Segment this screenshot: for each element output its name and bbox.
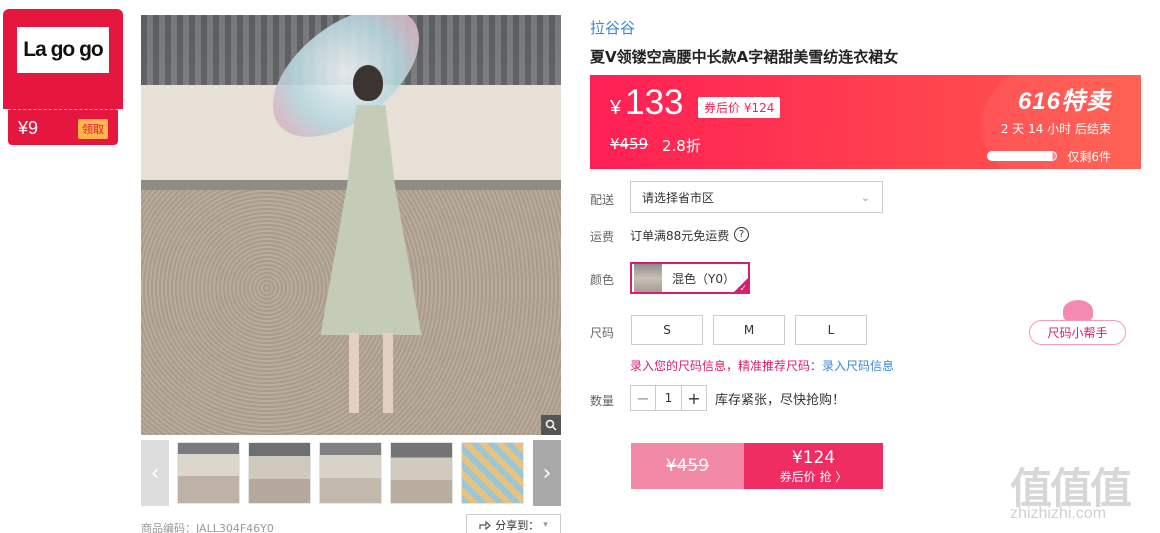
product-title: 夏V领镂空高腰中长款A字裙甜美雪纺连衣裙女 bbox=[590, 48, 899, 66]
coupon-header: La go go bbox=[3, 9, 123, 109]
chevron-down-icon: ⌄ bbox=[860, 190, 870, 204]
product-code: 商品编码：JALL304F46Y0 bbox=[141, 522, 274, 533]
discount-rate: 2.8折 bbox=[662, 137, 701, 155]
current-price: ¥133 bbox=[610, 83, 684, 123]
question-icon[interactable]: ? bbox=[734, 227, 749, 242]
region-select-placeholder: 请选择省市区 bbox=[642, 190, 715, 205]
size-option-s[interactable]: S bbox=[631, 315, 703, 345]
share-button[interactable]: 分享到： ▾ bbox=[466, 514, 561, 533]
coupon-card[interactable]: La go go ¥9 领取 bbox=[3, 9, 123, 145]
size-label: 尺码 bbox=[590, 326, 615, 340]
thumbnail-strip: ‹ › bbox=[141, 440, 561, 506]
caret-down-icon: ▾ bbox=[543, 520, 548, 530]
countdown-timer: 2 天 14 小时 后结束 bbox=[1000, 122, 1111, 136]
color-label: 颜色 bbox=[590, 273, 615, 287]
coupon-amount: ¥9 bbox=[18, 118, 39, 138]
chevron-right-icon[interactable]: › bbox=[533, 440, 561, 506]
quantity-label: 数量 bbox=[590, 394, 615, 408]
region-select[interactable]: 请选择省市区 ⌄ bbox=[630, 181, 883, 213]
coupon-get-button[interactable]: 领取 bbox=[78, 119, 108, 139]
shipping-fee-text: 订单满88元免运费 bbox=[630, 229, 730, 243]
model-legs bbox=[341, 333, 401, 413]
original-price: ¥459 bbox=[610, 135, 649, 153]
buy-button-group: ¥459 ¥124 券后价 抢 〉 bbox=[631, 443, 883, 489]
thumbnail-5[interactable] bbox=[461, 442, 524, 504]
promo-banner: ¥133 券后价 ¥124 ¥459 2.8折 616特卖 2 天 14 小时 … bbox=[590, 75, 1141, 169]
site-watermark-logo: 值值值 bbox=[1010, 464, 1132, 513]
color-option-label: 混色（Y0） bbox=[672, 271, 735, 286]
magnifier-icon[interactable] bbox=[541, 415, 561, 435]
delivery-label: 配送 bbox=[590, 193, 615, 207]
check-icon: ✓ bbox=[739, 284, 747, 294]
size-entry-link[interactable]: 录入尺码信息 bbox=[822, 359, 894, 373]
color-option-mixed[interactable]: 混色（Y0） ✓ bbox=[630, 262, 750, 294]
sale-event-title: 616特卖 bbox=[1017, 88, 1111, 115]
color-swatch-thumbnail bbox=[634, 264, 662, 292]
currency-symbol: ¥ bbox=[610, 97, 622, 119]
size-helper-button[interactable]: 尺码小帮手 bbox=[1029, 320, 1126, 345]
shipping-label: 运费 bbox=[590, 230, 615, 244]
model-head bbox=[353, 65, 383, 101]
stock-warning: 库存紧张，尽快抢购！ bbox=[715, 393, 846, 408]
buy-action-label: 券后价 抢 〉 bbox=[779, 469, 848, 484]
share-label: 分享到： bbox=[495, 519, 540, 532]
buy-now-button[interactable]: ¥124 券后价 抢 〉 bbox=[744, 443, 883, 489]
site-watermark-url: zhizhizhi.com bbox=[1010, 505, 1107, 522]
thumbnail-4[interactable] bbox=[390, 442, 453, 504]
main-product-image[interactable] bbox=[141, 15, 561, 435]
plus-icon[interactable]: + bbox=[682, 386, 706, 410]
stock-remaining: 仅剩6件 bbox=[1067, 150, 1111, 164]
thumbnail-1[interactable] bbox=[177, 442, 240, 504]
mascot-icon bbox=[1063, 300, 1093, 322]
buy-original-price: ¥459 bbox=[631, 443, 744, 489]
chevron-left-icon[interactable]: ‹ bbox=[141, 440, 169, 506]
quantity-input[interactable]: 1 bbox=[655, 386, 682, 410]
stock-progress-bar bbox=[987, 151, 1057, 161]
minus-icon[interactable]: − bbox=[631, 386, 655, 410]
quantity-stepper: − 1 + bbox=[630, 385, 707, 411]
coupon-footer: ¥9 领取 bbox=[8, 109, 118, 145]
size-hint-text: 录入您的尺码信息，精准推荐尺码： bbox=[630, 359, 823, 373]
thumbnail-2[interactable] bbox=[248, 442, 311, 504]
brand-logo: La go go bbox=[17, 27, 109, 73]
buy-price: ¥124 bbox=[791, 447, 836, 468]
thumbnail-3[interactable] bbox=[319, 442, 382, 504]
price-value: 133 bbox=[625, 83, 684, 122]
after-coupon-price: 券后价 ¥124 bbox=[698, 97, 781, 118]
share-icon bbox=[479, 520, 492, 530]
size-hint: 录入您的尺码信息，精准推荐尺码：录入尺码信息 bbox=[630, 357, 894, 374]
size-option-l[interactable]: L bbox=[795, 315, 867, 345]
size-option-m[interactable]: M bbox=[713, 315, 785, 345]
brand-link[interactable]: 拉谷谷 bbox=[590, 17, 635, 38]
